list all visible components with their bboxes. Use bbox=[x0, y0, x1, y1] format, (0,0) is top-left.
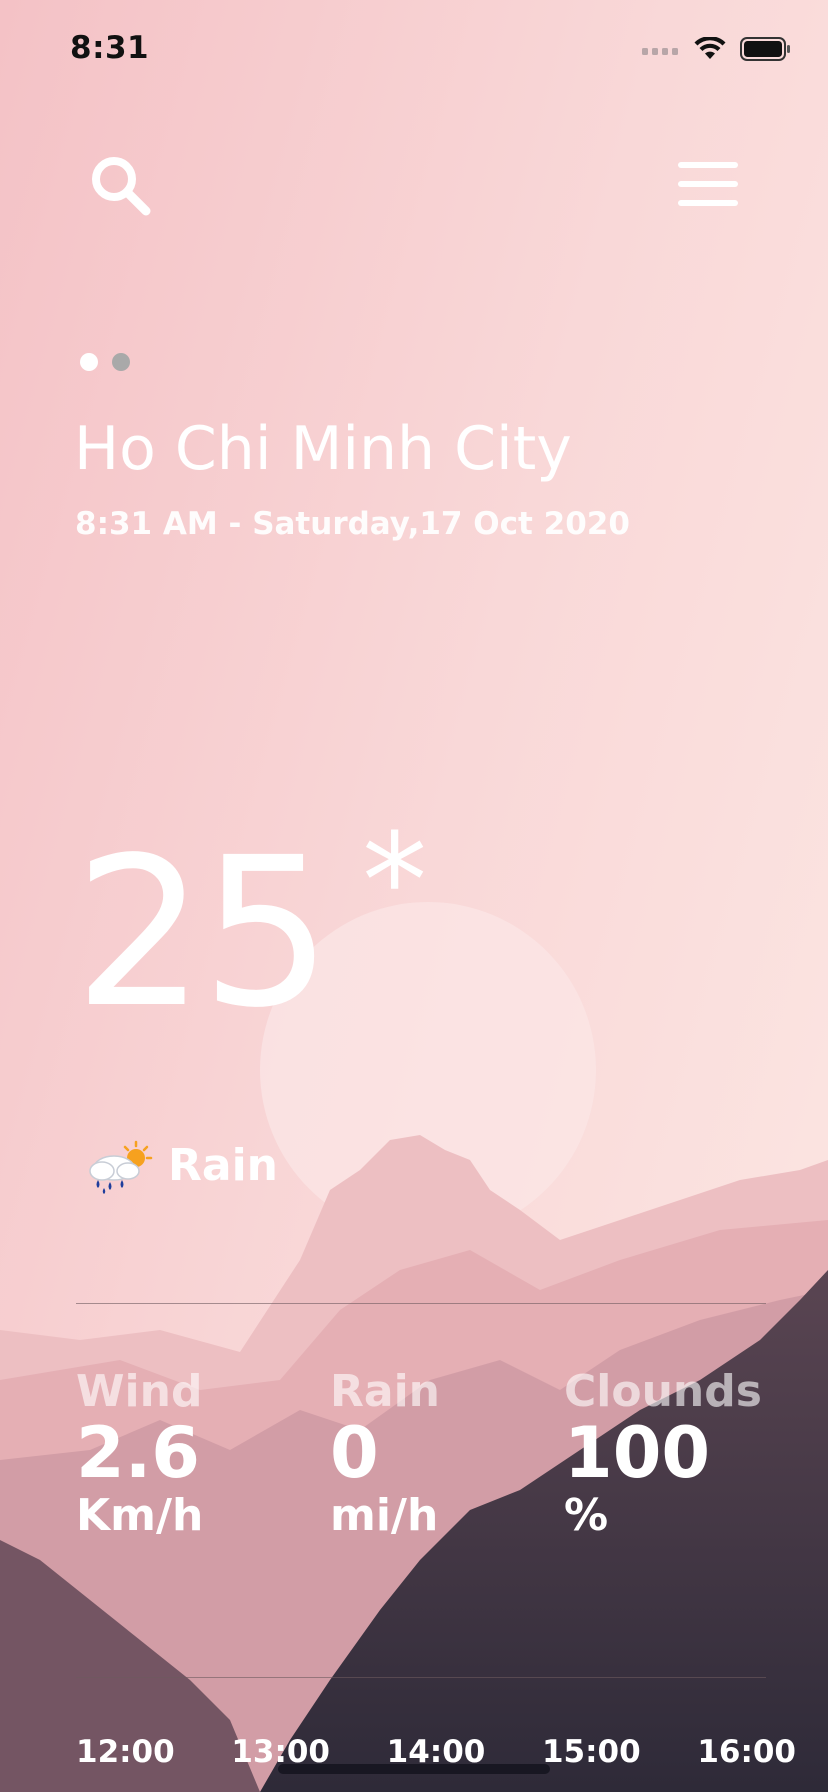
condition-label: Rain bbox=[168, 1140, 278, 1191]
search-button[interactable] bbox=[86, 152, 156, 222]
stat-rain-value: 0 bbox=[330, 1412, 379, 1494]
divider bbox=[76, 1303, 766, 1304]
divider bbox=[76, 1677, 766, 1678]
menu-icon bbox=[678, 162, 738, 206]
cellular-signal-icon bbox=[642, 48, 678, 55]
stat-clouds-unit: % bbox=[564, 1490, 609, 1541]
search-icon bbox=[92, 157, 151, 216]
status-icons bbox=[642, 34, 792, 64]
city-name: Ho Chi Minh City bbox=[74, 414, 572, 484]
stat-rain-unit: mi/h bbox=[330, 1490, 439, 1541]
temperature-value: 25 bbox=[74, 813, 332, 1053]
hourly-item[interactable]: 16:00 bbox=[697, 1734, 796, 1770]
stat-clouds: Clounds 100 % bbox=[564, 1366, 762, 1541]
stat-wind-unit: Km/h bbox=[76, 1490, 204, 1541]
wifi-icon bbox=[694, 37, 726, 59]
hourly-item[interactable]: 15:00 bbox=[542, 1734, 641, 1770]
stat-rain: Rain 0 mi/h bbox=[330, 1366, 440, 1541]
stat-clouds-label: Clounds bbox=[564, 1366, 762, 1417]
stat-rain-label: Rain bbox=[330, 1366, 440, 1417]
page-dot-active[interactable] bbox=[80, 353, 98, 371]
home-indicator[interactable] bbox=[278, 1764, 550, 1774]
hourly-item[interactable]: 12:00 bbox=[76, 1734, 175, 1770]
rain-sun-icon bbox=[84, 1140, 154, 1196]
menu-button[interactable] bbox=[676, 160, 740, 210]
page-dot-inactive[interactable] bbox=[112, 353, 130, 371]
battery-icon bbox=[740, 37, 790, 61]
page-indicator[interactable] bbox=[80, 353, 130, 371]
stat-wind-value: 2.6 bbox=[76, 1412, 201, 1494]
temperature-unit: * bbox=[362, 805, 427, 957]
stat-wind-label: Wind bbox=[76, 1366, 203, 1417]
stat-wind: Wind 2.6 Km/h bbox=[76, 1366, 203, 1541]
temperature-display: 25 * bbox=[74, 816, 427, 1036]
date-time: 8:31 AM - Saturday,17 Oct 2020 bbox=[75, 506, 630, 542]
status-time: 8:31 bbox=[70, 30, 150, 66]
stat-clouds-value: 100 bbox=[564, 1412, 711, 1494]
